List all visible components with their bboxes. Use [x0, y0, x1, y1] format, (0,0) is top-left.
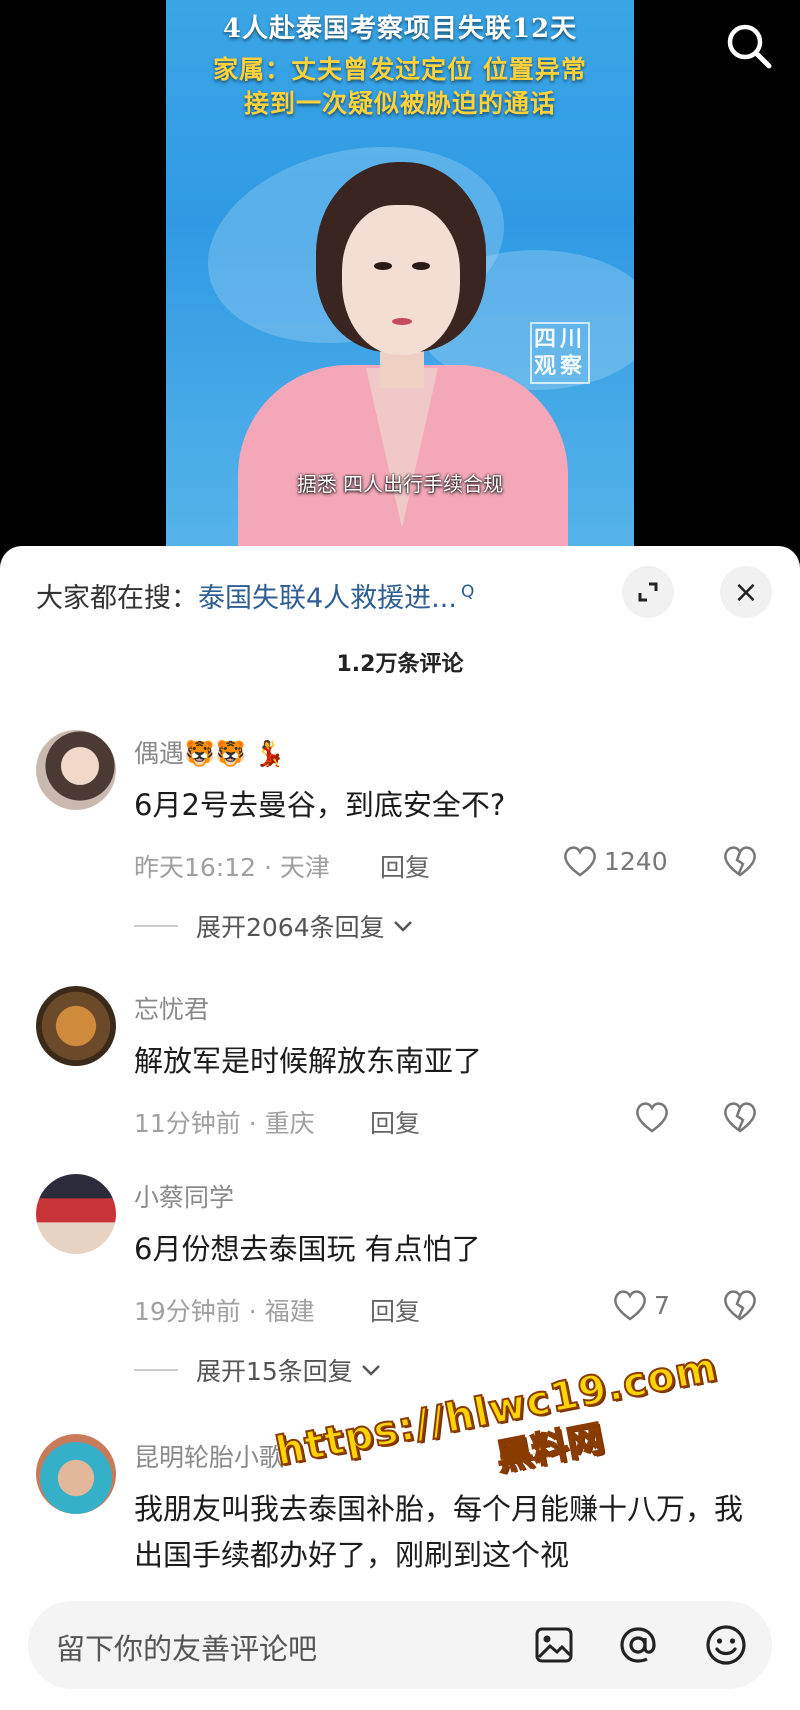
image-icon: [535, 1627, 573, 1663]
comment-text: 我朋友叫我去泰国补胎，每个月能赚十八万，我出国手续都办好了，刚刷到这个视: [134, 1492, 744, 1572]
hot-search-link[interactable]: 泰国失联4人救援进...: [198, 583, 457, 614]
heart-icon: [614, 1290, 646, 1321]
comment-nickname[interactable]: 偶遇🐯🐯 💃: [134, 734, 285, 770]
reply-button[interactable]: 回复: [380, 848, 430, 884]
chevron-down-icon: [393, 921, 412, 932]
like-button[interactable]: [634, 1100, 670, 1134]
hot-search-label: 大家都在搜：: [36, 583, 198, 614]
expand-replies-label: 展开2064条回复: [196, 913, 385, 942]
anchor-eye: [412, 262, 430, 270]
news-headline-3: 接到一次疑似被胁迫的通话: [243, 89, 556, 118]
close-button[interactable]: ×: [720, 566, 772, 618]
avatar[interactable]: [36, 986, 116, 1066]
hot-search-bar: 大家都在搜：泰国失联4人救援进... Q: [36, 576, 474, 615]
at-icon: [620, 1627, 656, 1663]
comment-nickname[interactable]: 忘忧君: [134, 990, 209, 1026]
like-button[interactable]: 1240: [562, 844, 668, 878]
broken-heart-icon[interactable]: [722, 1288, 758, 1322]
comment-nickname[interactable]: 昆明轮胎小歌: [134, 1438, 284, 1474]
comment-input-bar[interactable]: 留下你的友善评论吧: [28, 1601, 772, 1689]
video-player[interactable]: 4人赴泰国考察项目失联12天 家属：丈夫曾发过定位 位置异常 接到一次疑似被胁迫…: [0, 0, 800, 560]
comment-text: 6月2号去曼谷，到底安全不?: [134, 788, 506, 822]
search-icon: [727, 24, 772, 69]
anchor-eye: [374, 262, 392, 270]
like-count: 1240: [604, 846, 668, 876]
video-subtitle: 据悉 四人出行手续合规: [296, 472, 504, 496]
comment-input[interactable]: 留下你的友善评论吧: [56, 1626, 317, 1668]
search-small-icon: Q: [460, 582, 475, 602]
comment-meta: 11分钟前 · 重庆: [134, 1109, 315, 1138]
comment-nickname[interactable]: 小蔡同学: [134, 1178, 234, 1214]
emoji-icon: [706, 1625, 746, 1665]
avatar[interactable]: [36, 1434, 116, 1514]
divider-line: [134, 1369, 178, 1371]
avatar[interactable]: [36, 730, 116, 810]
comment-count: 1.2万条评论: [336, 652, 464, 677]
avatar[interactable]: [36, 1174, 116, 1254]
comment-sheet: 大家都在搜：泰国失联4人救援进... Q × 1.2万条评论 偶遇🐯🐯 💃 6月2…: [0, 546, 800, 1710]
news-video-frame: 4人赴泰国考察项目失联12天 家属：丈夫曾发过定位 位置异常 接到一次疑似被胁迫…: [166, 0, 634, 560]
image-button[interactable]: [532, 1623, 576, 1667]
comment-meta: 昨天16:12 · 天津: [134, 853, 330, 882]
broken-heart-icon[interactable]: [722, 844, 758, 878]
mention-button[interactable]: [616, 1623, 660, 1667]
heart-icon: [564, 846, 596, 877]
like-count: 7: [654, 1290, 670, 1320]
heart-icon: [636, 1102, 668, 1133]
reply-button[interactable]: 回复: [370, 1292, 420, 1328]
expand-sheet-button[interactable]: [622, 566, 674, 618]
emoji-button[interactable]: [704, 1623, 748, 1667]
reply-button[interactable]: 回复: [370, 1104, 420, 1140]
comment-text: 解放军是时候解放东南亚了: [134, 1044, 483, 1078]
anchor-mouth: [392, 318, 412, 325]
comment-meta: 19分钟前 · 福建: [134, 1297, 315, 1326]
news-headline-1: 4人赴泰国考察项目失联12天: [222, 14, 578, 44]
anchor-face: [342, 205, 460, 355]
comment-text: 6月份想去泰国玩 有点怕了: [134, 1232, 481, 1266]
news-headline-2: 家属：丈夫曾发过定位 位置异常: [213, 55, 587, 84]
expand-replies-button[interactable]: 展开2064条回复: [134, 908, 415, 944]
expand-icon: [638, 582, 658, 602]
expand-replies-button[interactable]: 展开15条回复: [134, 1352, 383, 1388]
chevron-down-icon: [361, 1365, 380, 1376]
channel-watermark: 四川观察: [530, 322, 590, 384]
like-button[interactable]: 7: [612, 1288, 670, 1322]
broken-heart-icon[interactable]: [722, 1100, 758, 1134]
close-icon: ×: [733, 574, 759, 610]
search-button[interactable]: [722, 20, 776, 74]
divider-line: [134, 925, 178, 927]
expand-replies-label: 展开15条回复: [196, 1357, 353, 1386]
